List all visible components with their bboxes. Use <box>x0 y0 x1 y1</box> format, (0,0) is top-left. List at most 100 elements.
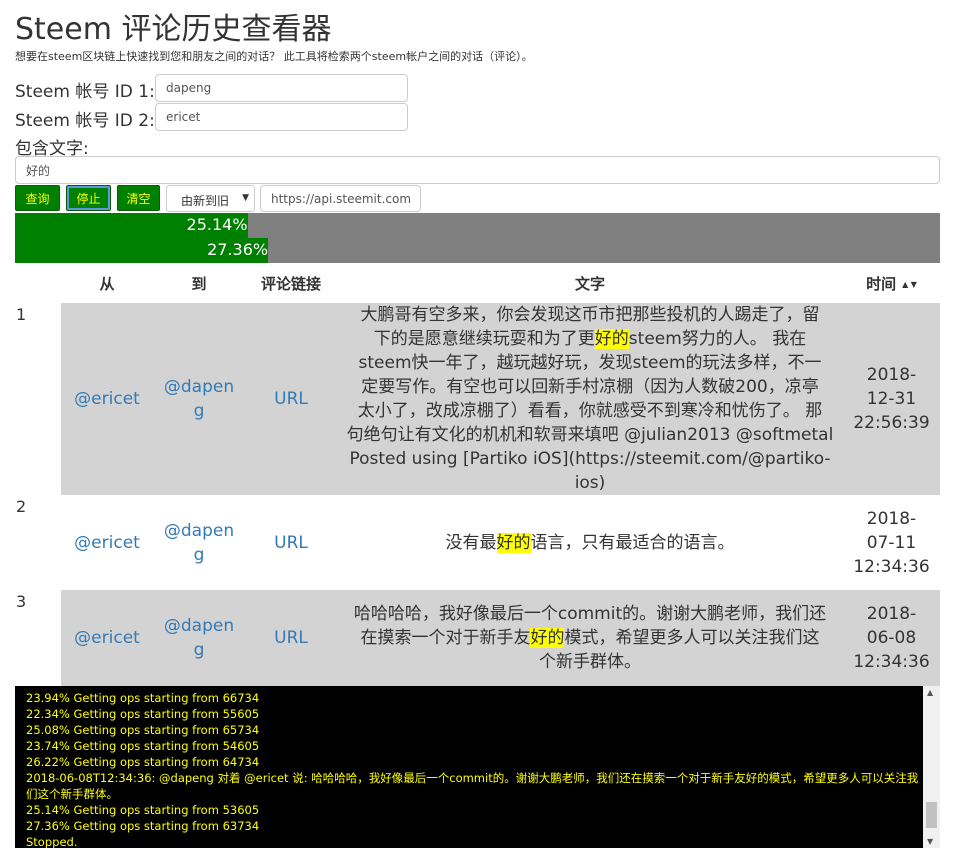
comment-text-segment: 下的是愿意继续玩耍和为了更 <box>373 329 595 349</box>
comment-text-segment: 句绝句让有文化的机机和软哥来填吧 @julian2013 @softmetal <box>346 425 834 445</box>
to-user-link[interactable]: @dapen g <box>153 590 245 686</box>
order-select-value: 由新到旧 <box>181 194 230 208</box>
column-header-link[interactable]: 评论链接 <box>245 273 337 294</box>
to-user-line: g <box>193 640 205 660</box>
console-line: 25.14% Getting ops starting from 53605 <box>26 803 260 817</box>
to-user-line: @dapen <box>163 520 235 541</box>
comment-time: 2018- 07-11 12:34:36 <box>843 495 940 590</box>
scroll-up-arrow-icon[interactable]: ▲ <box>927 688 933 697</box>
stop-button[interactable]: 停止 <box>66 185 111 211</box>
comment-text-line: 哈哈哈哈，我好像最后一个commit的。谢谢大鹏老师，我们还 <box>354 602 826 626</box>
comment-url-link[interactable]: URL <box>245 303 337 495</box>
from-user-link[interactable]: @ericet <box>61 495 153 590</box>
comment-url-link[interactable]: URL <box>245 495 337 590</box>
comment-text-line: 下的是愿意继续玩耍和为了更好的steem努力的人。 我在 <box>337 327 843 351</box>
console-line: 23.94% Getting ops starting from 66734 <box>26 691 260 705</box>
console-scrollbar[interactable]: ▲ ▼ <box>923 686 940 848</box>
comment-time-line: 07-11 <box>866 532 917 553</box>
row-index-cell: 3 <box>15 590 61 686</box>
account2-label: Steem 帐号 ID 2: <box>15 111 155 131</box>
comment-time-line: 2018- <box>866 365 917 385</box>
comment-url-link[interactable]: URL <box>245 590 337 686</box>
comment-text-segment: 太小了，改成凉棚了）看看，你就感受不到寒冷和忧伤了。 那 <box>357 401 823 421</box>
comment-time-line: 2018- <box>866 508 917 529</box>
query-button[interactable]: 查询 <box>15 185 60 211</box>
chevron-down-icon: ▼ <box>242 193 249 203</box>
time-header-label: 时间 <box>866 275 897 293</box>
scrollbar-thumb[interactable] <box>926 802 937 828</box>
comment-text-segment: 在摸索一个对于新手友 <box>360 628 531 648</box>
comment-text-line: 定要写作。有空也可以回新手村凉棚（因为人数破200，凉亭 <box>337 375 843 399</box>
table-header: 从 到 评论链接 文字 时间 ▲ ▼ <box>15 263 940 303</box>
comment-text-line: 句绝句让有文化的机机和软哥来填吧 @julian2013 @softmetal <box>337 423 843 447</box>
table-row: 2 @ericet @dapen g URL 没有最好的语言，只有最适合的语言。 2018-… <box>15 495 940 590</box>
comment-text-segment: 定要写作。有空也可以回新手村凉棚（因为人数破200，凉亭 <box>361 377 819 397</box>
comment-text-line: 太小了，改成凉棚了）看看，你就感受不到寒冷和忧伤了。 那 <box>337 399 843 423</box>
comment-text-segment: 语言，只有最适合的语言。 <box>530 532 735 553</box>
comment-time-line: 12:34:36 <box>853 652 930 672</box>
keyword-highlight: 好的 <box>594 329 629 349</box>
progress-panel: 25.14% 27.36% <box>15 213 940 263</box>
column-header-text[interactable]: 文字 <box>337 273 843 294</box>
comment-text-line: 没有最好的语言，只有最适合的语言。 <box>446 531 735 555</box>
console-line: 27.36% Getting ops starting from 63734 <box>26 819 260 833</box>
comment-text-segment: steem努力的人。 我在 <box>628 329 807 349</box>
to-user-link[interactable]: @dapen g <box>153 303 245 495</box>
comment-text-line: 个新手群体。 <box>354 650 826 674</box>
progress-bar-2: 27.36% <box>15 238 269 263</box>
row-index-cell: 2 <box>15 495 61 590</box>
comment-time-line: 22:56:39 <box>853 413 930 433</box>
keyword-highlight: 好的 <box>496 532 531 553</box>
comment-time-line: 2018- <box>866 604 917 624</box>
column-header-from[interactable]: 从 <box>61 273 153 294</box>
to-user-line: g <box>193 401 205 421</box>
keyword-highlight: 好的 <box>530 628 565 648</box>
row-index: 1 <box>16 305 27 324</box>
page-title: Steem 评论历史查看器 <box>15 12 332 47</box>
comment-time-line: 06-08 <box>866 628 917 648</box>
comment-time: 2018- 12-31 22:56:39 <box>843 303 940 495</box>
sort-arrows-icon[interactable]: ▲ ▼ <box>902 280 917 289</box>
account1-label: Steem 帐号 ID 1: <box>15 82 155 102</box>
console-log[interactable]: 23.94% Getting ops starting from 66734 22… <box>15 686 940 848</box>
comment-text-segment: 大鹏哥有空多来，你会发现这币市把那些投机的人踢走了，留 <box>360 305 820 325</box>
comment-text-line: 在摸索一个对于新手友好的模式，希望更多人可以关注我们这 <box>354 626 826 650</box>
api-endpoint-input[interactable] <box>260 185 421 212</box>
column-header-time[interactable]: 时间 ▲ ▼ <box>843 273 940 294</box>
from-user-link[interactable]: @ericet <box>61 303 153 495</box>
to-user-line: @dapen <box>163 616 235 636</box>
comment-text: 哈哈哈哈，我好像最后一个commit的。谢谢大鹏老师，我们还 在摸索一个对于新手友… <box>337 590 843 686</box>
comment-text-segment: Posted using [Partiko iOS](https://steem… <box>349 449 831 493</box>
comment-text: 大鹏哥有空多来，你会发现这币市把那些投机的人踢走了，留 下的是愿意继续玩耍和为了更… <box>337 303 843 495</box>
clear-button[interactable]: 清空 <box>117 185 160 211</box>
table-row: 3 @ericet @dapen g URL 哈哈哈哈，我好像最后一个commit的。谢谢… <box>15 590 940 686</box>
console-line: 22.34% Getting ops starting from 55605 <box>26 707 260 721</box>
console-line: Stopped. <box>26 835 78 848</box>
scroll-down-arrow-icon[interactable]: ▼ <box>927 837 933 846</box>
account2-input[interactable] <box>155 103 408 131</box>
console-line: 2018-06-08T12:34:36: @dapeng 对着 @ericet … <box>26 771 919 801</box>
console-line: 25.08% Getting ops starting from 65734 <box>26 723 260 737</box>
table-row: 1 @ericet @dapen g URL 大鹏哥有空多来，你会发现这币市把那些投机的人… <box>15 303 940 495</box>
progress-label-1: 25.14% <box>186 215 248 234</box>
order-select[interactable]: 由新到旧 ▼ <box>166 185 255 212</box>
comment-text-segment: steem快一年了，越玩越好玩，发现steem的玩法多样，不一 <box>358 353 822 373</box>
progress-bar-1: 25.14% <box>15 213 248 238</box>
progress-label-2: 27.36% <box>207 240 269 259</box>
comment-text-segment: 没有最 <box>445 532 497 553</box>
console-line: 23.74% Getting ops starting from 54605 <box>26 739 260 753</box>
from-user-link[interactable]: @ericet <box>61 590 153 686</box>
contains-text-input[interactable] <box>15 156 940 184</box>
page-subtitle: 想要在steem区块链上快速找到您和朋友之间的对话？ 此工具将检索两个steem… <box>15 50 533 63</box>
row-index: 3 <box>16 592 27 611</box>
column-header-to[interactable]: 到 <box>153 273 245 294</box>
comment-text-line: 大鹏哥有空多来，你会发现这币市把那些投机的人踢走了，留 <box>337 303 843 327</box>
to-user-link[interactable]: @dapen g <box>153 495 245 590</box>
comment-text-segment: 模式，希望更多人可以关注我们这 <box>564 628 820 648</box>
comment-text-line: Posted using [Partiko iOS](https://steem… <box>337 447 843 495</box>
account1-input[interactable] <box>155 74 408 102</box>
comment-time-line: 12:34:36 <box>853 556 930 577</box>
comment-time-line: 12-31 <box>866 389 917 409</box>
row-index-cell: 1 <box>15 303 61 495</box>
comment-text: 没有最好的语言，只有最适合的语言。 <box>337 495 843 590</box>
